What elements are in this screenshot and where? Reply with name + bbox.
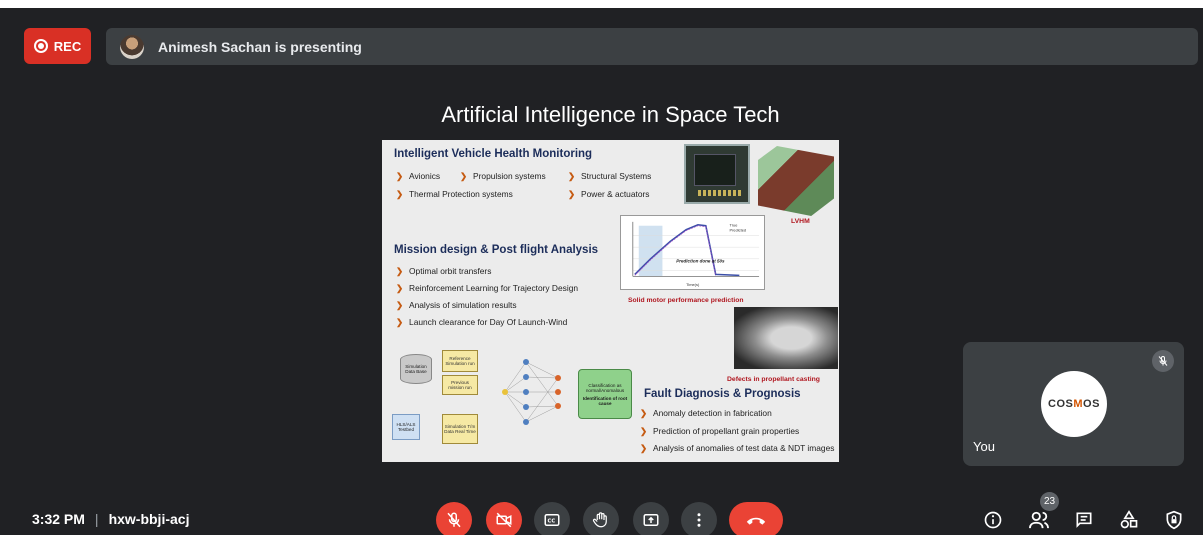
more-vert-icon xyxy=(697,513,701,527)
cosmos-logo: COS M OS xyxy=(1041,371,1107,437)
hang-up-icon xyxy=(746,517,766,525)
recording-badge[interactable]: REC xyxy=(24,28,91,64)
self-name-label: You xyxy=(973,439,995,454)
hand-icon xyxy=(592,512,607,528)
separator: | xyxy=(94,511,99,527)
bullet-simulation: Analysis of simulation results xyxy=(396,300,517,310)
slide-title: Artificial Intelligence in Space Tech xyxy=(441,102,780,127)
section-heading-fault: Fault Diagnosis & Prognosis xyxy=(644,388,801,400)
bullet-thermal: Thermal Protection systems xyxy=(396,189,513,199)
legend-predicted: Predicted xyxy=(729,228,746,233)
captions-button[interactable]: CC xyxy=(534,502,570,535)
bullet-launch: Launch clearance for Day Of Launch-Wind xyxy=(396,317,567,327)
diagram-testbed: HLS/ALS Testbed xyxy=(392,414,420,440)
classification-text: Classification as normal/Anomalous xyxy=(585,382,625,393)
mic-toggle-button[interactable] xyxy=(436,502,472,535)
lvhm-unit-image xyxy=(758,146,834,216)
svg-text:CC: CC xyxy=(548,519,556,525)
rec-label: REC xyxy=(53,38,82,54)
chat-button[interactable] xyxy=(1072,508,1096,532)
muted-mic-icon xyxy=(1152,350,1174,372)
diagram-previous-run: Previous mission run xyxy=(442,375,478,395)
shield-lock-icon xyxy=(1166,510,1182,530)
diagram-reference-run: Reference Simulation run xyxy=(442,350,478,372)
more-options-button[interactable] xyxy=(681,502,717,535)
lvhm-label: LVHM xyxy=(791,218,810,225)
activities-button[interactable] xyxy=(1117,508,1141,532)
neural-network-diagram xyxy=(502,359,561,425)
activities-shapes-icon xyxy=(1120,510,1138,529)
bullet-anomaly: Anomaly detection in fabrication xyxy=(640,408,772,418)
diagram-database: Simulation Data Base xyxy=(400,354,432,384)
self-video-tile[interactable]: COS M OS You xyxy=(963,342,1184,466)
presenter-avatar xyxy=(120,34,144,59)
raise-hand-button[interactable] xyxy=(583,502,619,535)
closed-captions-icon: CC xyxy=(544,514,560,526)
presenter-text: Animesh Sachan is presenting xyxy=(158,38,362,55)
people-icon xyxy=(1029,511,1049,529)
casting-caption: Defects in propellant casting xyxy=(727,376,820,383)
diagram-classification: Classification as normal/Anomalous Ident… xyxy=(578,369,632,419)
bullet-structural: Structural Systems xyxy=(568,171,651,181)
motor-caption: Solid motor performance prediction xyxy=(628,297,744,304)
leave-call-button[interactable] xyxy=(729,502,783,535)
root-cause-text: Identification of root cause xyxy=(582,395,628,406)
camera-off-icon xyxy=(496,512,512,528)
bullet-propulsion: Propulsion systems xyxy=(460,171,546,181)
section-heading-mission: Mission design & Post flight Analysis xyxy=(394,244,599,256)
record-icon xyxy=(33,39,48,53)
meet-window: REC Animesh Sachan is presenting Artific… xyxy=(0,0,1203,535)
info-icon xyxy=(984,511,1002,529)
chat-icon xyxy=(1076,512,1092,528)
mic-off-icon xyxy=(447,512,461,528)
motor-performance-graph: True Predicted Prediction done at 50s Ti… xyxy=(620,215,765,290)
present-now-button[interactable] xyxy=(633,502,669,535)
camera-toggle-button[interactable] xyxy=(486,502,522,535)
meeting-code[interactable]: hxw-bbji-acj xyxy=(109,511,190,527)
section-heading-health: Intelligent Vehicle Health Monitoring xyxy=(394,148,593,160)
meeting-details-button[interactable] xyxy=(981,508,1005,532)
meeting-info: 3:32 PM | hxw-bbji-acj xyxy=(32,511,189,527)
people-button[interactable] xyxy=(1027,508,1051,532)
host-controls-button[interactable] xyxy=(1162,508,1186,532)
bullet-orbit: Optimal orbit transfers xyxy=(396,266,491,276)
graph-xlabel: Time(s) xyxy=(686,282,700,287)
presenting-banner: Animesh Sachan is presenting xyxy=(106,28,1198,65)
diagram-sim-data: Simulation T/m Data Real Time xyxy=(442,414,478,444)
clock-time: 3:32 PM xyxy=(32,511,85,527)
bullet-avionics: Avionics xyxy=(396,171,440,181)
present-screen-icon xyxy=(643,514,659,526)
bullet-power: Power & actuators xyxy=(568,189,649,199)
bullet-rl: Reinforcement Learning for Trajectory De… xyxy=(396,283,578,293)
bullet-grain: Prediction of propellant grain propertie… xyxy=(640,426,799,436)
bullet-ndt: Analysis of anomalies of test data & NDT… xyxy=(640,443,834,453)
prediction-annotation: Prediction done at 50s xyxy=(676,259,725,264)
shared-slide: Intelligent Vehicle Health Monitoring Av… xyxy=(382,140,839,462)
avionics-board-image xyxy=(684,144,750,204)
propellant-casting-image xyxy=(734,307,838,369)
